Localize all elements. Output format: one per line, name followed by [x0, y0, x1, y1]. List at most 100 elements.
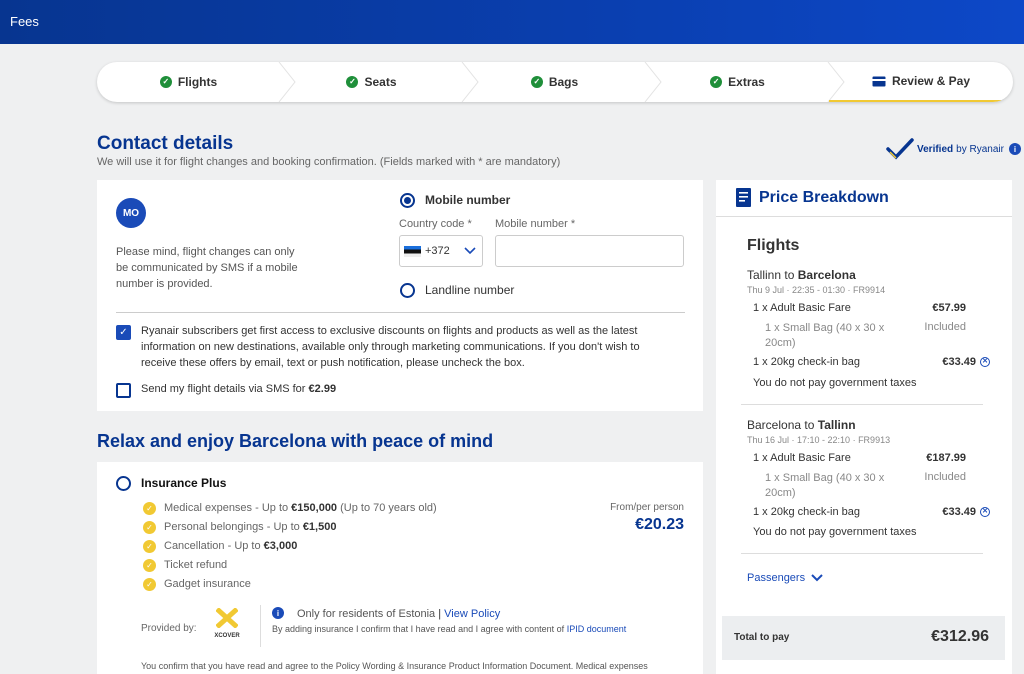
total-value: €312.96: [931, 628, 989, 645]
chevron-down-icon: [811, 574, 823, 582]
step-label: Review & Pay: [891, 74, 971, 88]
benefit-gadget: Gadget insurance: [164, 578, 251, 590]
small-bag-label: 1 x Small Bag (40 x 30 x 20cm): [765, 322, 885, 349]
check-icon: ✓: [143, 521, 156, 534]
insurance-plan-name: Insurance Plus: [141, 476, 227, 490]
xcover-logo: XCOVER: [212, 607, 242, 639]
residents-note: Only for residents of Estonia | View Pol…: [297, 608, 501, 620]
country-code-label: Country code *: [399, 218, 472, 230]
top-bar: Fees: [0, 0, 1024, 44]
check-icon: ✓: [143, 559, 156, 572]
step-label: Bags: [548, 75, 579, 89]
price-breakdown-card: Price Breakdown Flights Tallinn to Barce…: [716, 180, 1012, 674]
checkin-bag-label: 1 x 20kg check-in bag: [753, 506, 861, 518]
divider: [260, 605, 261, 647]
step-label: Extras: [728, 75, 765, 89]
fare-price: €187.99: [926, 452, 966, 464]
mobile-number-radio[interactable]: [400, 193, 415, 208]
insurance-plus-radio[interactable]: [116, 476, 131, 491]
check-icon: ✓: [143, 502, 156, 515]
insurance-section-title: Relax and enjoy Barcelona with peace of …: [97, 431, 494, 451]
sms-details-checkbox[interactable]: [116, 383, 131, 398]
total-box: Total to pay €312.96: [722, 616, 1005, 660]
leg-route: Barcelona to Tallinn: [747, 418, 856, 432]
benefit-belongings: Personal belongings - Up to €1,500: [164, 521, 337, 533]
remove-icon[interactable]: ✕: [980, 507, 990, 518]
receipt-icon: [736, 188, 751, 207]
step-seats[interactable]: ✓ Seats: [280, 62, 463, 102]
check-icon: ✓: [159, 76, 172, 88]
verified-check-icon: [886, 138, 914, 160]
fare-price: €57.99: [932, 302, 966, 314]
agree-text: By adding insurance I confirm that I hav…: [272, 624, 627, 634]
checkin-bag-label: 1 x 20kg check-in bag: [753, 356, 861, 368]
country-code-select[interactable]: +372: [399, 235, 483, 267]
flights-heading: Flights: [747, 237, 800, 254]
subscribe-checkbox[interactable]: ✓: [116, 325, 131, 340]
small-bag-label: 1 x Small Bag (40 x 30 x 20cm): [765, 472, 885, 499]
fare-label: 1 x Adult Basic Fare: [753, 302, 851, 314]
page-title: Fees: [10, 14, 39, 29]
provided-by-label: Provided by:: [141, 623, 197, 634]
fare-label: 1 x Adult Basic Fare: [753, 452, 851, 464]
insurance-card: Insurance Plus ✓ Medical expenses - Up t…: [97, 462, 703, 674]
estonia-flag-icon: [404, 245, 421, 257]
landline-number-label: Landline number: [425, 283, 515, 297]
booking-stepper: ✓ Flights ✓ Seats ✓ Bags ✓ Extras Review…: [97, 62, 1013, 102]
chevron-down-icon: [464, 247, 476, 255]
divider: [741, 553, 983, 554]
sms-details-label: Send my flight details via SMS for €2.99: [141, 383, 336, 395]
check-icon: ✓: [710, 76, 723, 88]
verified-by-label: by Ryanair: [956, 143, 1004, 155]
step-review-pay[interactable]: Review & Pay: [829, 62, 1013, 102]
benefit-ticket-refund: Ticket refund: [164, 559, 228, 571]
benefit-medical: Medical expenses - Up to €150,000 (Up to…: [164, 502, 437, 514]
total-label: Total to pay: [734, 632, 790, 643]
check-icon: ✓: [530, 76, 543, 88]
mobile-number-label: Mobile number *: [495, 218, 576, 230]
benefit-cancellation: Cancellation - Up to €3,000: [164, 540, 298, 552]
checkin-bag-price: €33.49 ✕: [942, 506, 990, 518]
ipid-document-link[interactable]: IPID document: [567, 624, 627, 634]
xcover-logo-icon: [215, 607, 239, 629]
info-icon[interactable]: i: [1008, 143, 1021, 155]
mobile-number-input[interactable]: [495, 235, 684, 267]
step-bags[interactable]: ✓ Bags: [463, 62, 646, 102]
step-flights[interactable]: ✓ Flights: [97, 62, 280, 102]
price-breakdown-header: Price Breakdown: [736, 188, 889, 207]
view-policy-link[interactable]: View Policy: [444, 608, 500, 620]
mobile-number-option-label: Mobile number: [425, 193, 511, 207]
landline-number-radio[interactable]: [400, 283, 415, 298]
contact-details-subtitle: We will use it for flight changes and bo…: [97, 156, 561, 168]
tax-note: You do not pay government taxes: [753, 377, 917, 389]
price-breakdown-title: Price Breakdown: [759, 188, 889, 206]
divider: [716, 216, 1012, 217]
insurance-price: €20.23: [635, 516, 684, 533]
tax-note: You do not pay government taxes: [753, 526, 917, 538]
step-label: Seats: [364, 75, 397, 89]
remove-icon[interactable]: ✕: [980, 357, 990, 368]
verified-label: Verified: [917, 143, 954, 155]
check-icon: ✓: [346, 76, 359, 88]
check-icon: ✓: [143, 578, 156, 591]
contact-details-title: Contact details: [97, 133, 234, 154]
info-icon: i: [272, 607, 284, 619]
check-icon: ✓: [143, 540, 156, 553]
insurance-footer-text: You confirm that you have read and agree…: [141, 661, 648, 671]
price-from-label: From/per person: [610, 502, 684, 513]
sms-details-text: Send my flight details via SMS for: [141, 383, 306, 395]
avatar: MO: [116, 198, 146, 228]
small-bag-price: Included: [924, 471, 966, 483]
leg-details: Thu 16 Jul · 17:10 - 22:10 · FR9913: [747, 435, 891, 445]
provider-name: XCOVER: [214, 633, 240, 639]
contact-card: MO Please mind, flight changes can only …: [97, 180, 703, 411]
step-label: Flights: [177, 75, 218, 89]
divider: [116, 312, 685, 313]
passengers-toggle[interactable]: Passengers: [747, 572, 823, 584]
sms-details-price: €2.99: [308, 383, 337, 395]
passengers-label: Passengers: [747, 572, 806, 584]
leg-details: Thu 9 Jul · 22:35 - 01:30 · FR9914: [747, 285, 886, 295]
leg-route: Tallinn to Barcelona: [747, 268, 856, 282]
small-bag-price: Included: [924, 321, 966, 333]
step-extras[interactable]: ✓ Extras: [646, 62, 829, 102]
